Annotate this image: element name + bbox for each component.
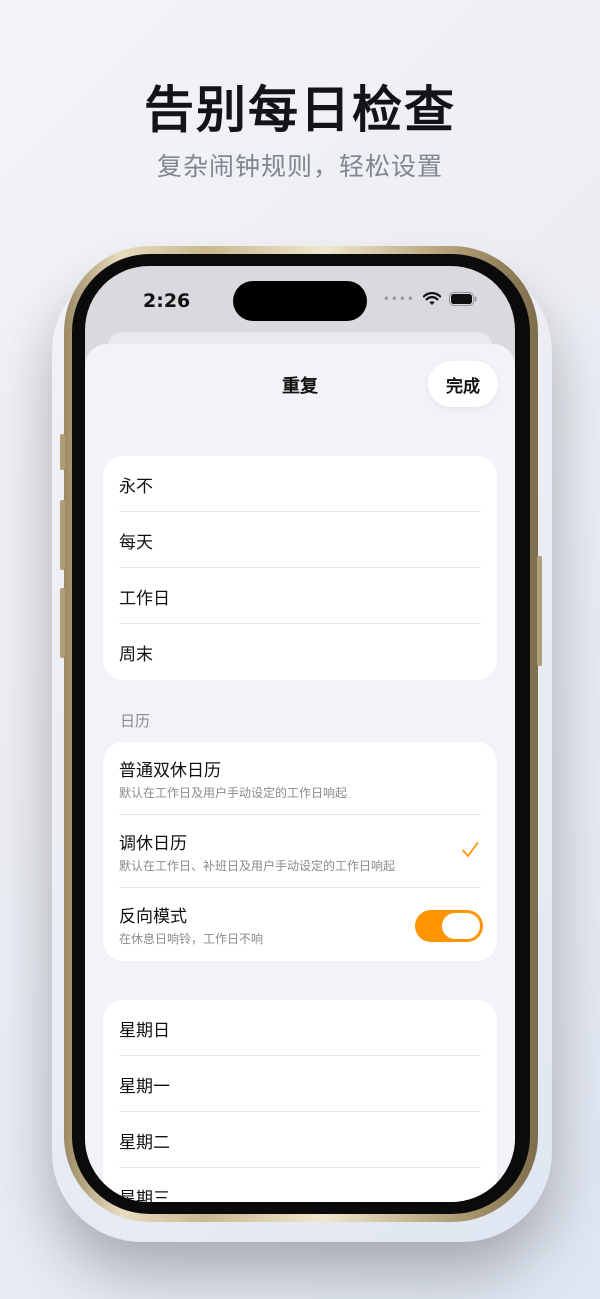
wifi-icon [423,292,441,305]
dynamic-island [233,281,367,321]
weekday-sunday[interactable]: 星期日 [103,1000,497,1056]
repeat-option-never[interactable]: 永不 [103,456,497,512]
calendar-group: 普通双休日历 默认在工作日及用户手动设定的工作日响起 调休日历 默认在工作日、补… [103,742,497,961]
promo-subline: 复杂闹钟规则，轻松设置 [156,152,443,181]
repeat-option-daily[interactable]: 每天 [103,512,497,568]
reverse-mode-toggle[interactable] [415,910,483,942]
option-label: 星期二 [119,1133,170,1153]
phone-action-button [60,434,65,470]
battery-icon [449,292,477,306]
status-icons: •••• [383,292,477,306]
option-label: 每天 [119,533,153,553]
status-time: 2:26 [143,290,191,312]
weekdays-group: 星期日 星期一 星期二 星期三 [103,1000,497,1202]
weekday-wednesday[interactable]: 星期三 [103,1168,497,1202]
option-description: 默认在工作日及用户手动设定的工作日响起 [119,786,348,800]
done-button[interactable]: 完成 [428,361,498,407]
repeat-sheet: 重复 完成 永不 每天 工作日 周末 日历 普通双休日历 默认在工作日及用户手动… [85,344,515,1202]
option-label: 反向模式 [119,907,187,927]
calendar-section-header: 日历 [120,712,151,730]
option-label: 普通双休日历 [119,761,221,781]
checkmark-icon [462,842,479,857]
phone-volume-down-button [60,588,65,658]
option-label: 周末 [119,645,153,665]
promo-headline: 告别每日检查 [144,81,456,139]
option-description: 默认在工作日、补班日及用户手动设定的工作日响起 [119,859,396,873]
option-label: 调休日历 [119,834,187,854]
repeat-option-weekends[interactable]: 周末 [103,624,497,680]
signal-dots-icon: •••• [382,292,415,306]
phone-power-button [537,556,542,666]
weekday-tuesday[interactable]: 星期二 [103,1112,497,1168]
phone-volume-up-button [60,500,65,570]
calendar-option-standard[interactable]: 普通双休日历 默认在工作日及用户手动设定的工作日响起 [103,742,497,815]
phone-screen: 2:26 •••• 重复 完成 永不 每天 工作日 周末 日历 普通双休日历 默… [85,266,515,1202]
option-label: 工作日 [119,589,170,609]
option-label: 星期一 [119,1077,170,1097]
option-label: 星期三 [119,1189,170,1202]
option-label: 星期日 [119,1021,170,1041]
repeat-options-group: 永不 每天 工作日 周末 [103,456,497,680]
weekday-monday[interactable]: 星期一 [103,1056,497,1112]
calendar-option-adjusted[interactable]: 调休日历 默认在工作日、补班日及用户手动设定的工作日响起 [103,815,497,888]
option-description: 在休息日响铃，工作日不响 [119,932,264,946]
toggle-knob [442,913,480,939]
calendar-option-reverse: 反向模式 在休息日响铃，工作日不响 [103,888,497,961]
option-label: 永不 [119,477,153,497]
repeat-option-workdays[interactable]: 工作日 [103,568,497,624]
